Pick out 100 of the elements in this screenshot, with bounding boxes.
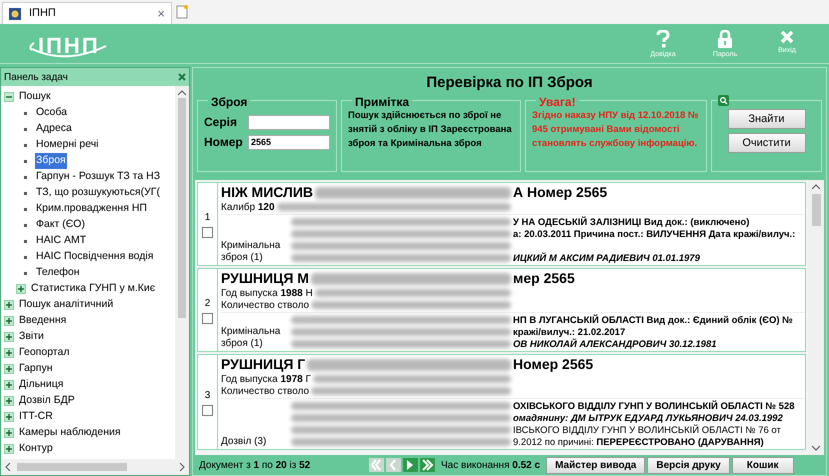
footer-button[interactable]: Майстер вивода [546,456,646,474]
plus-icon[interactable] [4,396,14,406]
scroll-up-icon[interactable] [812,184,820,190]
scrollbar-thumb[interactable] [812,194,820,226]
form-title: Перевірка по ІП Зброя [425,73,594,93]
document-range: Документ з 1 по 20 із 52 [199,458,312,472]
scrollbar-thumb[interactable] [17,463,127,471]
bullet-icon [24,160,27,162]
result-title: А Номер 2565 [513,183,608,202]
app-logo: ІПНП [22,26,110,60]
tree-item[interactable]: НАІС Посвідчення водія [35,249,154,265]
scroll-left-icon[interactable] [5,463,11,471]
action-button[interactable]: Знайти [728,109,806,129]
close-icon [780,30,794,44]
search-icon [718,95,729,106]
tree-item[interactable]: Факт (ЄО) [35,217,86,233]
new-tab-icon[interactable] [176,5,188,19]
detail-text: ОВ НИКОЛАЙ АЛЕКСАНДРОВИЧ 30.12.1981 [513,338,717,350]
row-number: 2 [204,297,210,311]
tree-item[interactable]: Гарпун [18,361,54,377]
tree-item[interactable]: Номерні речі [35,137,100,153]
app-icon [9,8,21,20]
bullet-icon [24,192,27,194]
tree-item[interactable]: Особа [35,105,68,121]
bullet-icon [24,256,27,258]
tree-item[interactable]: Гарпун - Розшук ТЗ та НЗ [35,169,162,185]
vertical-scrollbar[interactable] [175,86,189,459]
warning-text: Згідно наказу НПУ від 12.10.2018 № 945 отримувані Вами відомості становлять службову інформацію. [532,109,700,151]
bullet-icon [24,224,27,226]
minus-icon[interactable] [4,92,14,102]
panel-title: Панель задач [4,70,69,84]
detail-text: омадянину: ДМ ЫТРУК ЕДУАРД ЛУКЬЯНОВИЧ 24.03.1992 [513,412,783,424]
note-text: Пошук здійснюється по зброї не знятій з обліку в ІП Зареєстрована зброя та Кримінальна зброя [348,109,513,151]
tree-item[interactable]: Геопортал [18,345,70,361]
tree-item[interactable]: Статистика ГУНП у м.Киє [30,281,156,297]
detail-text: кражі/вилуч.: 21.02.2017 [513,326,626,338]
tree-item[interactable]: Звіти [18,329,45,345]
tree-item[interactable]: ТЗ, що розшукуються(УГ( [35,185,161,201]
scroll-down-icon[interactable] [812,445,820,451]
footer-button[interactable]: Кошик [732,456,794,474]
row-checkbox[interactable] [202,405,213,416]
result-title: РУШНИЦЯ М [221,269,309,288]
detail-text: ОХІВСЬКОГО ВІДДІЛУ ГУНП У ВОЛИНСЬКІЙ ОБЛАСТІ № 528 [513,400,795,412]
detail-text: У НА ОДЕСЬКІЙ ЗАЛІЗНИЦІ Вид док.: (виключено) [513,216,750,228]
scroll-right-icon[interactable] [179,463,185,471]
attribute-text: Количество стволо [221,384,310,398]
attribute-text: Количество стволо [221,298,310,312]
detail-text: 9.2012 по причині: ПЕРЕРЕЄСТРОВАНО (ДАРУВАННЯ) [513,436,764,448]
row-checkbox[interactable] [202,313,213,324]
last-page-button[interactable] [420,458,435,472]
section-label: Кримінальна зброя (1) [221,240,282,264]
browser-tab[interactable]: ІПНП × [2,2,172,24]
tree-item[interactable]: ITT-CR [18,409,54,425]
attribute-text: Год выпуска 1988 Н [221,286,313,300]
plus-icon[interactable] [4,428,14,438]
bullet-icon [24,112,27,114]
bullet-icon [24,144,27,146]
plus-icon[interactable] [16,284,26,294]
result-title: РУШНИЦЯ Г [221,355,306,374]
next-page-button[interactable] [403,458,418,472]
plus-icon[interactable] [4,412,14,422]
tree-item[interactable]: Дільниця [18,377,64,393]
bullet-icon [24,128,27,130]
action-button[interactable]: Очистити [728,133,806,153]
tree-item[interactable]: Крим.провадження НП [35,201,148,217]
tree-item[interactable]: Адреса [35,121,73,137]
row-number: 3 [204,389,210,403]
tree-item[interactable]: Контур [18,441,54,457]
tree-item[interactable]: Зброя [35,153,67,169]
tree-item[interactable]: Камеры наблюдения [18,425,122,441]
execution-time: Час виконання 0.52 с [441,458,540,472]
attribute-text: Калибр 120 [221,200,275,214]
close-tab-button[interactable]: × [157,4,165,24]
tree-item[interactable]: НАІС АМТ [35,233,88,249]
close-icon[interactable] [178,73,186,81]
plus-icon[interactable] [4,444,14,454]
help-icon [656,30,670,48]
lock-icon [717,30,733,48]
vertical-scrollbar[interactable] [808,180,824,455]
bullet-icon [24,272,27,274]
tree-item[interactable]: Дозвіл БДР [18,393,76,409]
input-field[interactable] [248,114,330,130]
plus-icon[interactable] [4,348,14,358]
row-checkbox[interactable] [202,227,213,238]
plus-icon[interactable] [4,380,14,390]
tree-item[interactable]: Пошук [18,89,52,105]
tree-item[interactable]: Телефон [35,265,81,281]
plus-icon[interactable] [4,300,14,310]
tree-item[interactable]: Пошук аналітичний [18,297,114,313]
plus-icon[interactable] [4,316,14,326]
tree-item[interactable]: Введення [18,313,68,329]
plus-icon[interactable] [4,332,14,342]
input-field[interactable]: 2565 [248,134,330,150]
scroll-up-icon[interactable] [178,90,186,96]
plus-icon[interactable] [4,364,14,374]
section-label: Дозвіл (3) [221,436,268,448]
horizontal-scrollbar[interactable] [1,459,189,475]
scrollbar-thumb[interactable] [178,98,186,318]
footer-button[interactable]: Версія друку [647,456,730,474]
bullet-icon [24,176,27,178]
